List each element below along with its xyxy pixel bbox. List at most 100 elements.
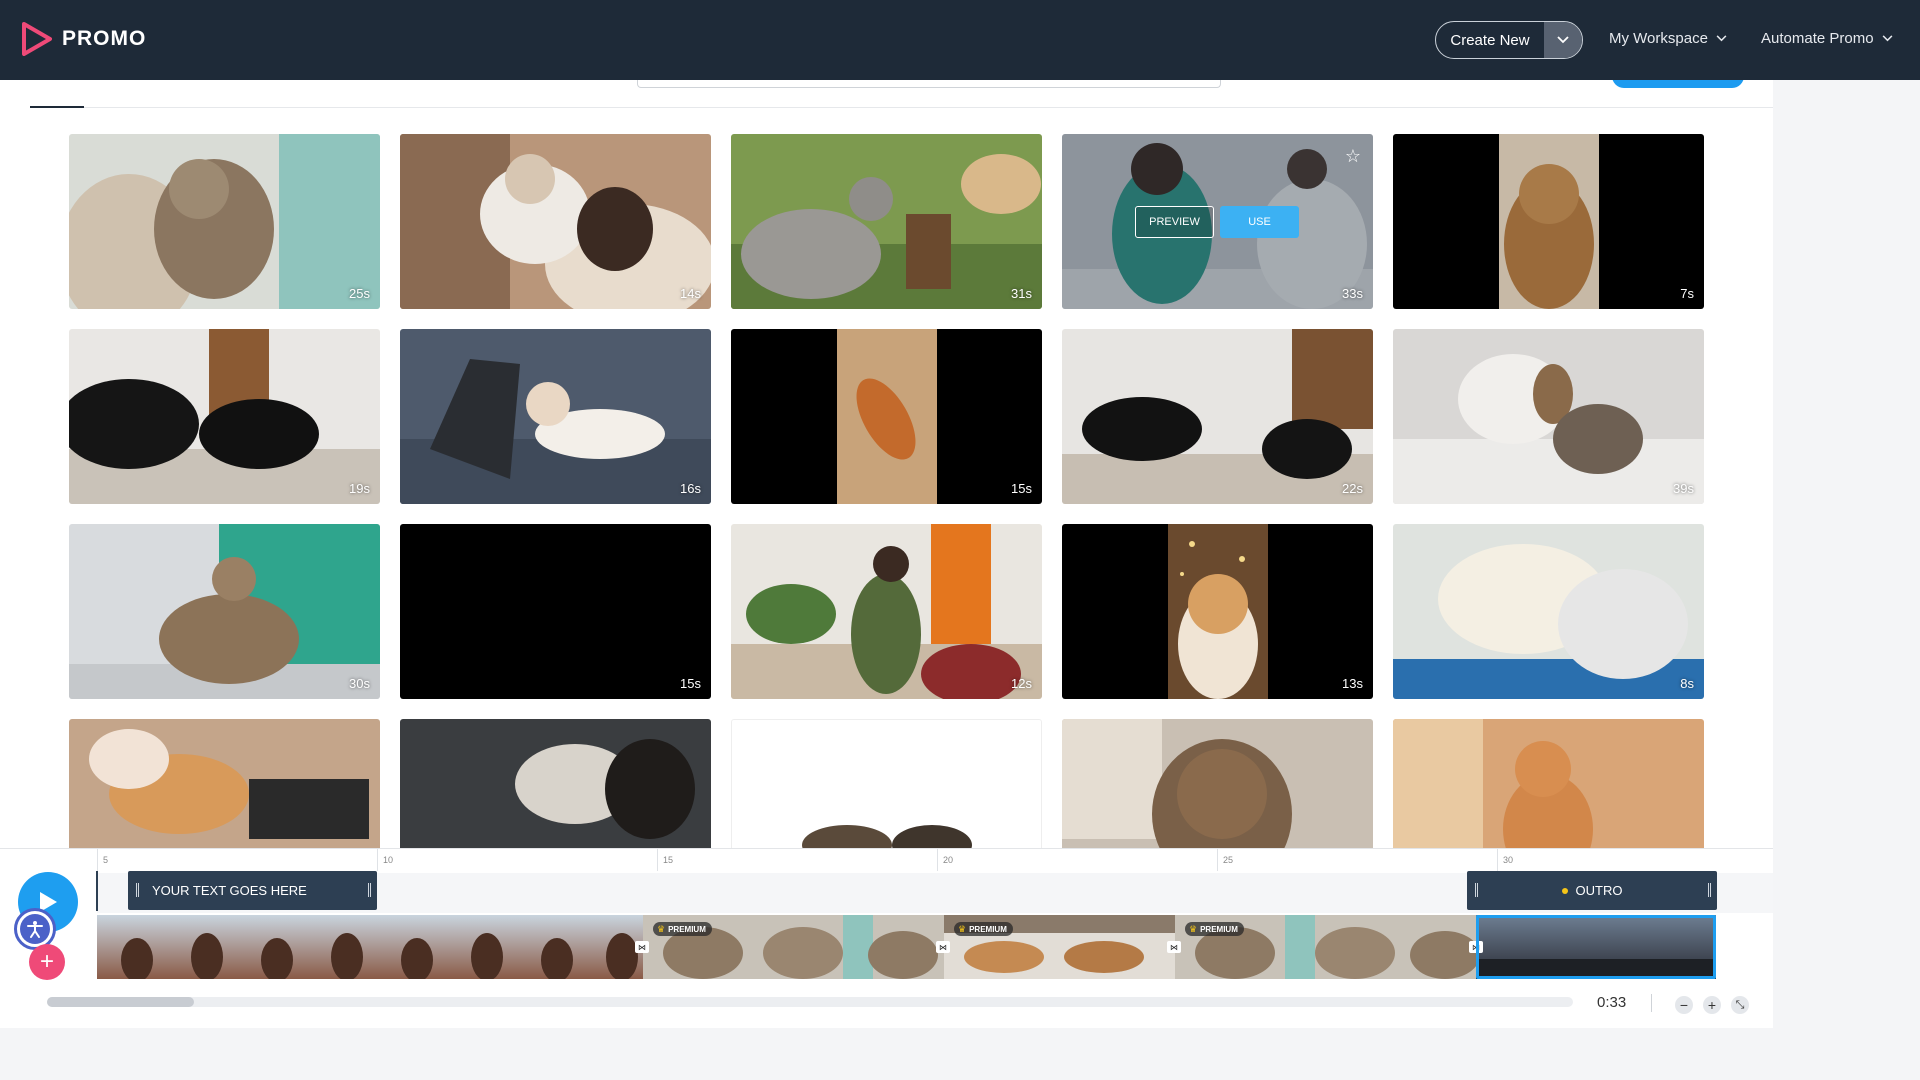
scrollbar-thumb[interactable]	[47, 997, 194, 1007]
promo-logo-icon	[22, 22, 52, 56]
create-new-button[interactable]: Create New	[1435, 21, 1583, 59]
duration-label: 31s	[1011, 286, 1032, 301]
ruler-tick: 10	[383, 855, 394, 865]
create-new-label: Create New	[1450, 31, 1530, 49]
transition-icon[interactable]: ⋈	[936, 941, 950, 953]
premium-badge: ♛ PREMIUM	[653, 922, 712, 936]
thumbnail	[1393, 134, 1704, 309]
duration-label: 14s	[680, 286, 701, 301]
thumbnail	[400, 329, 711, 504]
thumbnail	[802, 825, 972, 848]
video-tile[interactable]: ☆ PREVIEW USE 33s	[1062, 134, 1373, 309]
video-clip[interactable]	[97, 915, 643, 979]
search-button[interactable]	[1612, 80, 1744, 88]
video-tile[interactable]: 15s	[731, 329, 1042, 504]
ruler-tick: 5	[103, 855, 109, 865]
selected-clip-outline	[1476, 915, 1716, 979]
video-tile[interactable]	[731, 719, 1042, 848]
video-tile[interactable]: 14s	[400, 134, 711, 309]
duration-label: 39s	[1673, 481, 1694, 496]
video-tile[interactable]: 31s	[731, 134, 1042, 309]
transition-icon[interactable]: ⋈	[635, 941, 649, 953]
divider	[1651, 994, 1652, 1012]
video-clip[interactable]: ♛ PREMIUM	[1175, 915, 1477, 979]
time-ruler[interactable]: 5 10 15 20 25 30	[97, 849, 1773, 871]
video-tile[interactable]: 13s	[1062, 524, 1373, 699]
thumbnail	[1062, 524, 1373, 699]
outro-dot	[1561, 887, 1568, 894]
video-clip[interactable]: ♛ PREMIUM	[643, 915, 944, 979]
thumbnail	[400, 134, 711, 309]
video-tile[interactable]: 7s	[1393, 134, 1704, 309]
total-duration: 0:33	[1597, 994, 1627, 1011]
duration-label: 19s	[349, 481, 370, 496]
duration-label: 22s	[1342, 481, 1363, 496]
duration-label: 16s	[680, 481, 701, 496]
crown-icon: ♛	[657, 923, 666, 934]
crown-icon: ♛	[1189, 923, 1198, 934]
thumbnail	[1062, 719, 1373, 848]
tabs-divider	[30, 107, 1773, 108]
search-input[interactable]	[637, 80, 1221, 88]
preview-button[interactable]: PREVIEW	[1135, 206, 1214, 238]
thumbnail	[1393, 719, 1704, 848]
timeline-scrollbar[interactable]	[47, 997, 1573, 1007]
star-icon[interactable]: ☆	[1345, 146, 1361, 167]
video-tile[interactable]	[1062, 719, 1373, 848]
thumbnail	[731, 329, 1042, 504]
video-tile[interactable]: 22s	[1062, 329, 1373, 504]
thumbnail	[1393, 329, 1704, 504]
video-tile[interactable]: 16s	[400, 329, 711, 504]
video-tile[interactable]	[1393, 719, 1704, 848]
accessibility-icon	[20, 914, 50, 944]
drag-handle-right[interactable]	[368, 883, 371, 897]
drag-handle-left[interactable]	[1475, 883, 1478, 897]
duration-label: 7s	[1680, 286, 1694, 301]
chevron-down-icon	[1882, 35, 1892, 42]
video-tile[interactable]	[400, 719, 711, 848]
video-clip[interactable]: ♛ PREMIUM	[944, 915, 1175, 979]
video-tile[interactable]: 25s	[69, 134, 380, 309]
thumbnail	[731, 524, 1042, 699]
duration-label: 30s	[349, 676, 370, 691]
ruler-tick: 30	[1503, 855, 1514, 865]
ruler-tick: 15	[663, 855, 674, 865]
text-clip[interactable]: YOUR TEXT GOES HERE	[128, 871, 377, 910]
thumbnail	[69, 719, 380, 848]
my-workspace-menu[interactable]: My Workspace	[1609, 30, 1727, 47]
transition-icon[interactable]: ⋈	[1167, 941, 1181, 953]
outro-clip[interactable]: OUTRO	[1467, 871, 1717, 910]
video-tile[interactable]: 15s	[400, 524, 711, 699]
media-library-panel: 25s 14s 31s ☆ PREVIEW USE 33s 7s 19s 16s…	[0, 80, 1773, 848]
brand-name: PROMO	[62, 27, 147, 50]
zoom-plus-icon[interactable]: +	[1703, 996, 1721, 1014]
automate-promo-label: Automate Promo	[1761, 30, 1874, 47]
outro-label: OUTRO	[1575, 883, 1623, 898]
video-tile[interactable]: 30s	[69, 524, 380, 699]
plus-icon[interactable]: +	[29, 944, 65, 980]
promo-logo[interactable]: PROMO	[22, 22, 146, 56]
crown-icon: ♛	[958, 923, 967, 934]
thumbnail	[69, 524, 380, 699]
collapse-icon[interactable]: ⤡	[1731, 996, 1749, 1014]
thumbnail	[731, 134, 1042, 309]
video-tile[interactable]: 12s	[731, 524, 1042, 699]
minus-icon[interactable]: −	[1675, 996, 1693, 1014]
clip-filmstrip	[97, 915, 643, 979]
thumbnail	[400, 719, 711, 848]
use-button[interactable]: USE	[1220, 206, 1299, 238]
duration-label: 15s	[1011, 481, 1032, 496]
video-tile[interactable]: 19s	[69, 329, 380, 504]
ruler-tick: 20	[943, 855, 954, 865]
drag-handle-left[interactable]	[136, 883, 139, 897]
automate-promo-menu[interactable]: Automate Promo	[1761, 30, 1893, 47]
duration-label: 12s	[1011, 676, 1032, 691]
video-tile[interactable]: 8s	[1393, 524, 1704, 699]
top-nav-bar: PROMO Create New My Workspace Automate P…	[0, 0, 1920, 80]
video-tile[interactable]: 39s	[1393, 329, 1704, 504]
playhead[interactable]	[96, 871, 98, 911]
drag-handle-right[interactable]	[1708, 883, 1711, 897]
video-tile[interactable]	[69, 719, 380, 848]
timeline-panel: 5 10 15 20 25 30 YOUR TEXT GOES HERE OUT…	[0, 848, 1773, 1028]
chevron-down-icon[interactable]	[1544, 22, 1582, 58]
